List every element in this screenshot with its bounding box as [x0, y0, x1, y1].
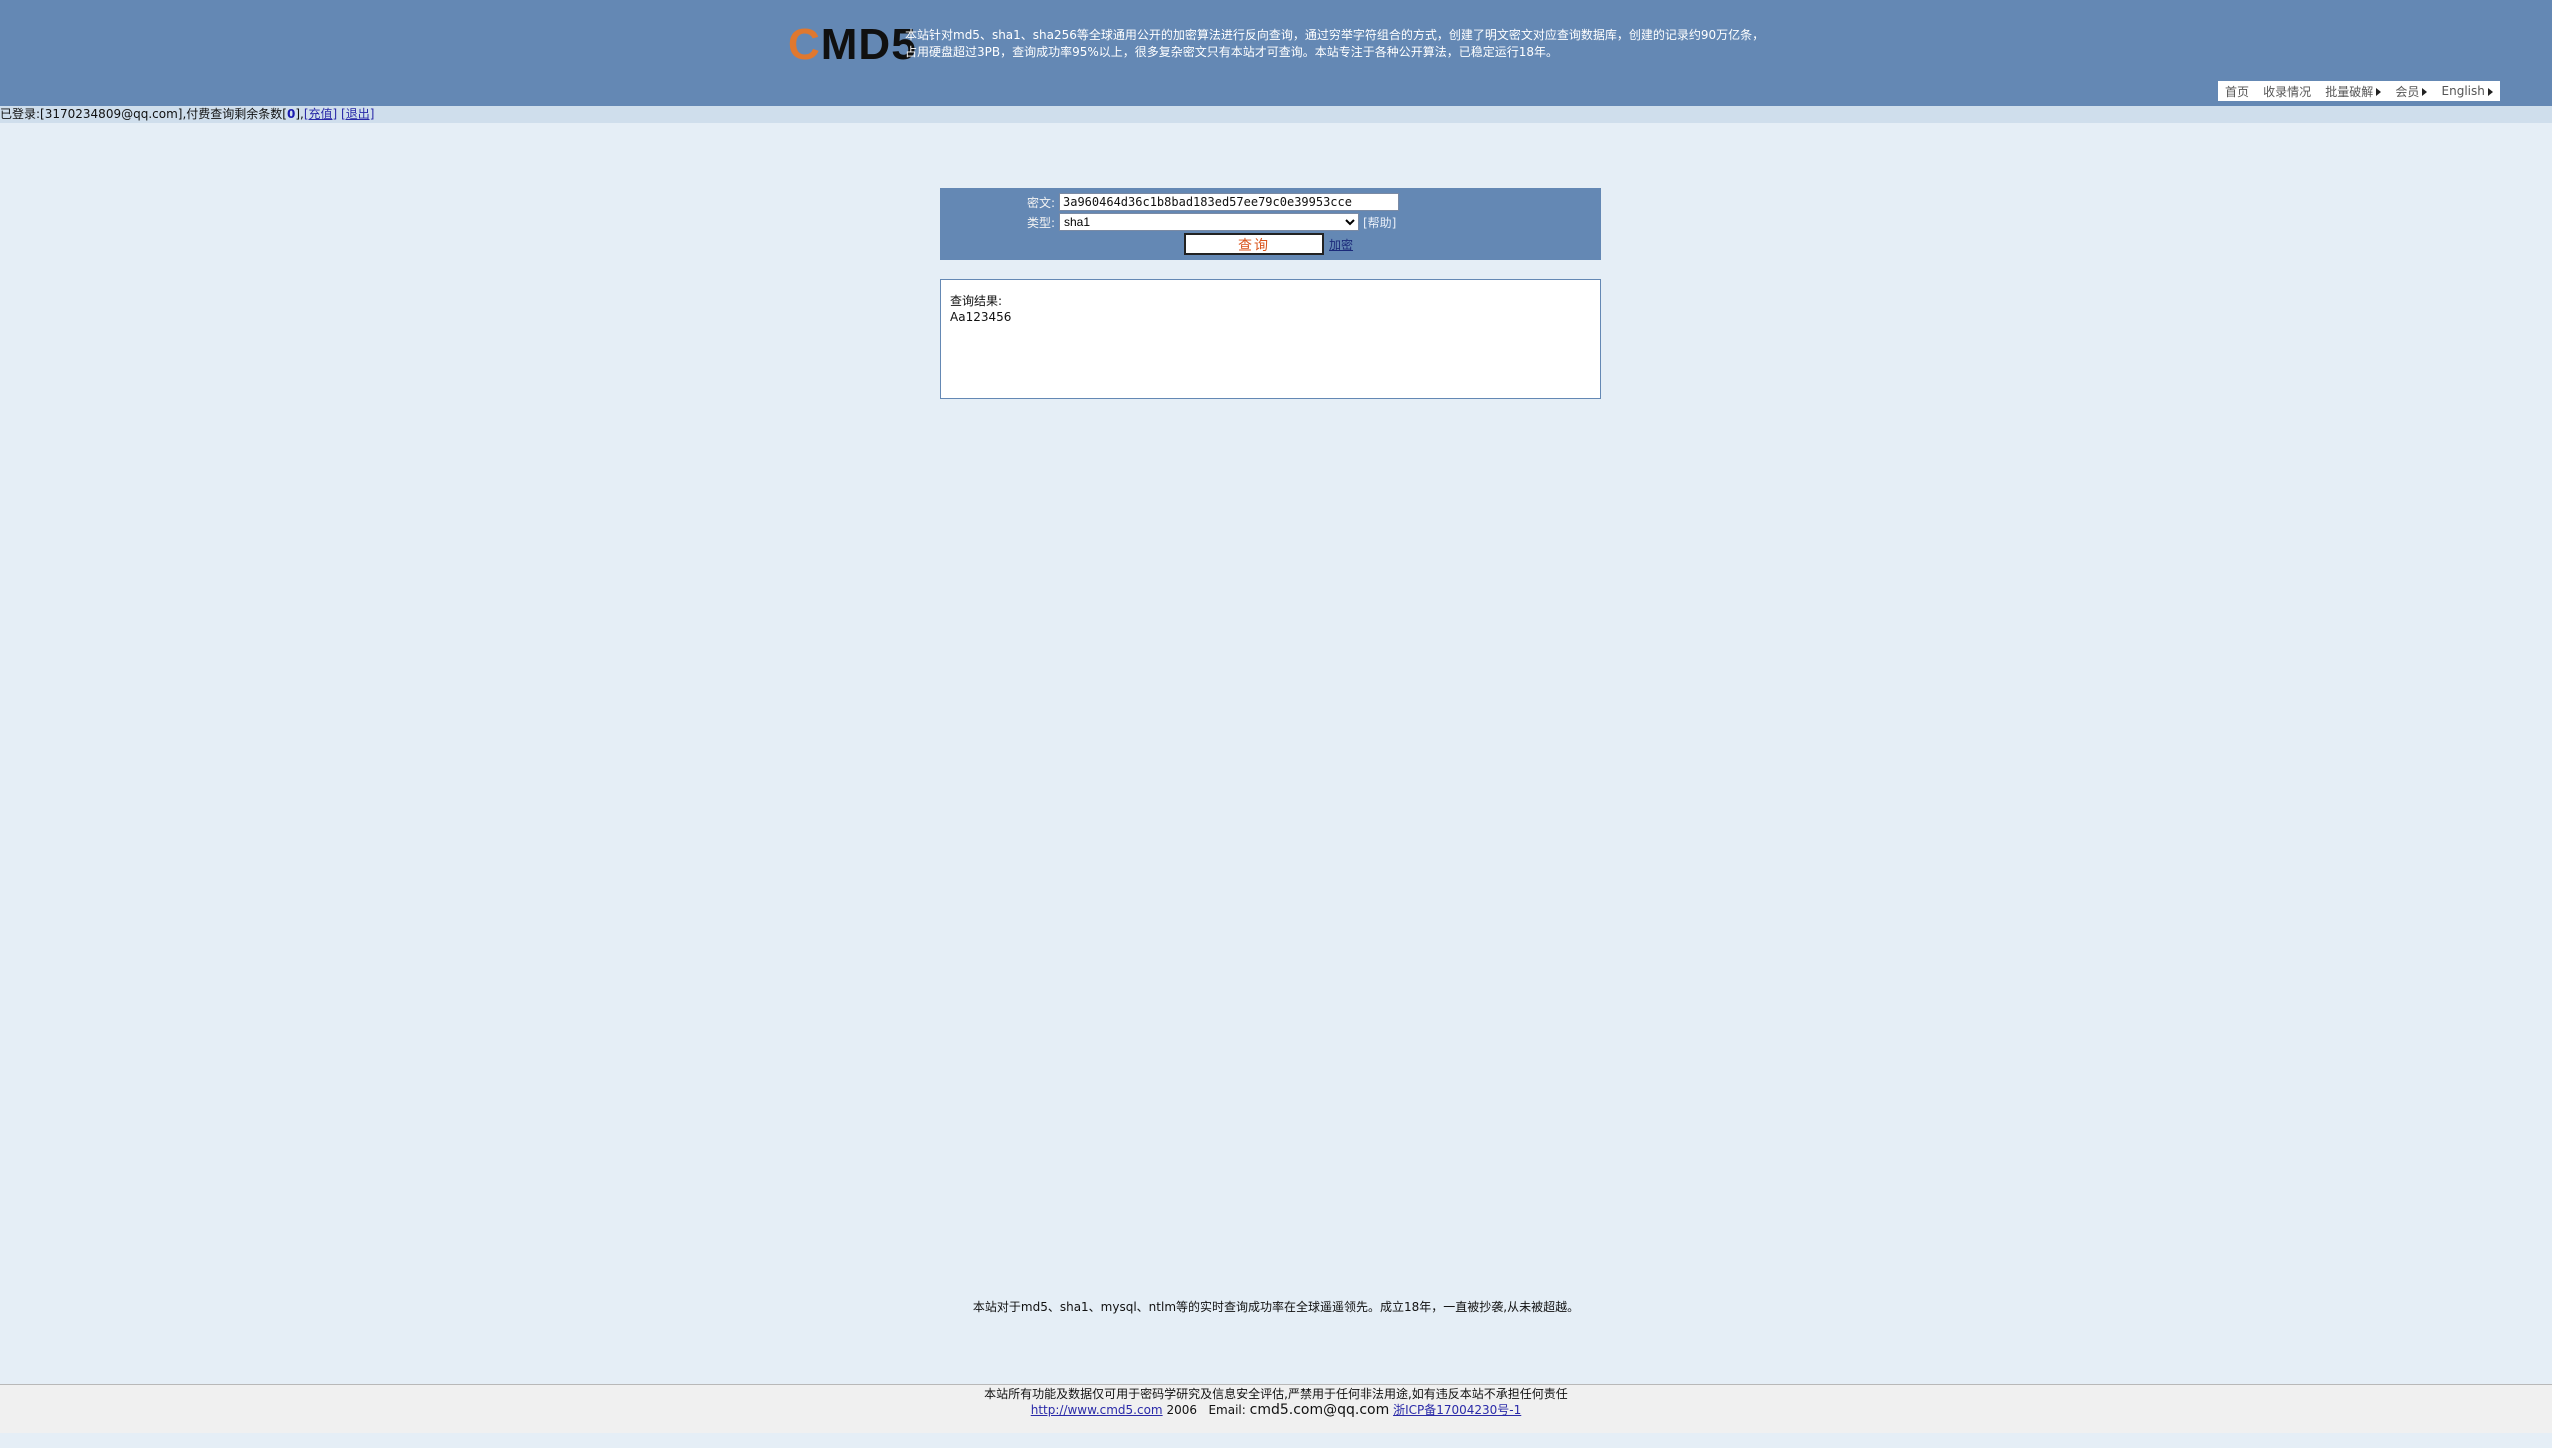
- login-prefix: 已登录:[: [0, 107, 45, 121]
- caret-right-icon: [2422, 88, 2428, 96]
- cmd5-logo[interactable]: CMD5: [788, 20, 917, 70]
- nav-member-label: 会员: [2395, 84, 2420, 99]
- result-box: 查询结果: Aa123456: [940, 279, 1601, 399]
- query-panel: 密文: 类型: sha1 [帮助] 查询 加密: [940, 188, 1601, 260]
- logout-link[interactable]: [退出]: [341, 107, 374, 121]
- help-link[interactable]: [帮助]: [1363, 214, 1396, 231]
- nav-english-label: English: [2441, 84, 2485, 98]
- recharge-link[interactable]: [充值]: [304, 107, 337, 121]
- nav-home[interactable]: 首页: [2225, 83, 2249, 100]
- caret-right-icon: [2487, 87, 2493, 96]
- logo-letters-md5: MD5: [820, 20, 917, 69]
- top-nav: 首页 收录情况 批量破解 会员 English: [2218, 81, 2500, 101]
- intro-line-2: 占用硬盘超过3PB，查询成功率95%以上，很多复杂密文只有本站才可查询。本站专注…: [905, 45, 1559, 59]
- site-header: CMD5 本站针对md5、sha1、sha256等全球通用公开的加密算法进行反向…: [0, 0, 2552, 106]
- result-label: 查询结果:: [950, 294, 1003, 308]
- nav-batch[interactable]: 批量破解: [2325, 83, 2382, 100]
- footer-email-label: Email:: [1208, 1403, 1246, 1417]
- page-footer: 本站所有功能及数据仅可用于密码学研究及信息安全评估,严禁用于任何非法用途,如有违…: [0, 1384, 2552, 1433]
- site-intro: 本站针对md5、sha1、sha256等全球通用公开的加密算法进行反向查询，通过…: [905, 27, 1805, 61]
- logo-letter-c: C: [788, 20, 821, 69]
- caret-right-icon: [2376, 88, 2382, 96]
- nav-batch-label: 批量破解: [2325, 84, 2374, 99]
- intro-line-1: 本站针对md5、sha1、sha256等全球通用公开的加密算法进行反向查询，通过…: [905, 28, 1765, 42]
- query-button[interactable]: 查询: [1184, 233, 1324, 255]
- result-value: Aa123456: [950, 310, 1012, 324]
- cipher-label: 密文:: [1026, 195, 1055, 210]
- hash-type-select[interactable]: sha1: [1059, 213, 1359, 231]
- login-status-bar: 已登录:[3170234809@qq.com],付费查询剩余条数[0],[充值]…: [0, 106, 2552, 123]
- login-suffix: ],: [295, 107, 304, 121]
- site-link[interactable]: http://www.cmd5.com: [1031, 1403, 1163, 1417]
- success-rate-note: 本站对于md5、sha1、mysql、ntlm等的实时查询成功率在全球遥遥领先。…: [972, 1300, 1580, 1314]
- cipher-row: 密文:: [1015, 193, 1399, 211]
- type-row: 类型: sha1 [帮助]: [1015, 213, 1396, 231]
- nav-english[interactable]: English: [2442, 84, 2493, 98]
- cipher-input[interactable]: [1059, 193, 1399, 211]
- type-label: 类型:: [1026, 215, 1055, 230]
- login-email: 3170234809@qq.com: [44, 107, 178, 121]
- icp-link[interactable]: 浙ICP备17004230号-1: [1393, 1403, 1521, 1417]
- footer-year: 2006: [1166, 1403, 1197, 1417]
- nav-member[interactable]: 会员: [2395, 83, 2428, 100]
- nav-collection[interactable]: 收录情况: [2263, 83, 2311, 100]
- login-middle: ],付费查询剩余条数[: [177, 107, 287, 121]
- footer-email: cmd5.com@qq.com: [1249, 1402, 1390, 1418]
- footer-disclaimer: 本站所有功能及数据仅可用于密码学研究及信息安全评估,严禁用于任何非法用途,如有违…: [984, 1387, 1568, 1401]
- encrypt-link[interactable]: 加密: [1329, 236, 1353, 253]
- footer-links-row: http://www.cmd5.com 2006 Email: cmd5.com…: [0, 1402, 2552, 1419]
- action-row: 查询 加密: [1184, 233, 1353, 255]
